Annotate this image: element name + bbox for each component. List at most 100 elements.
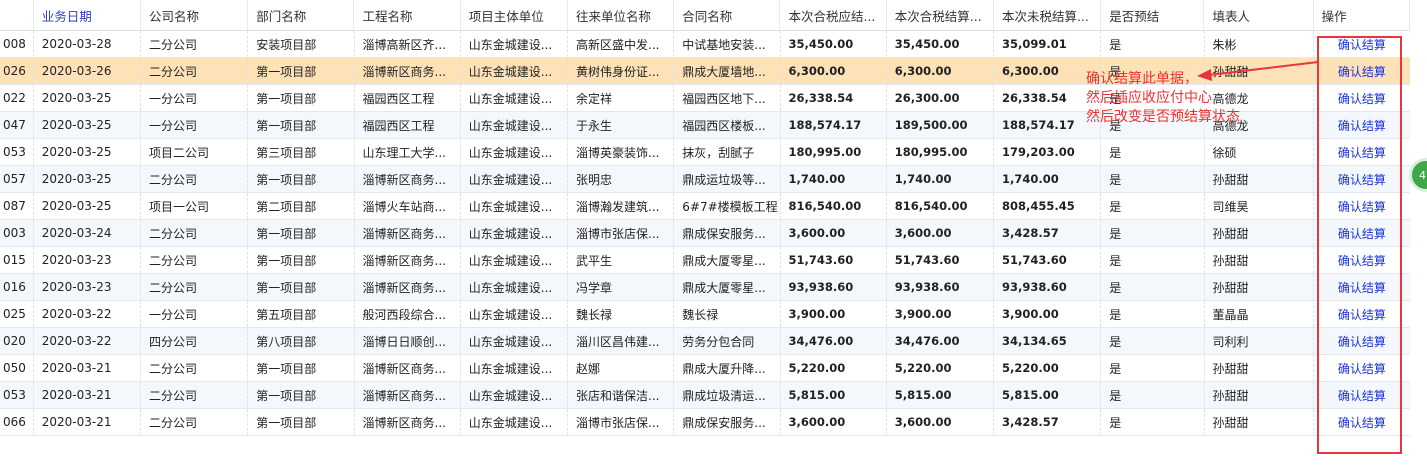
confirm-settlement-link[interactable]: 确认结算 [1338, 360, 1386, 377]
confirm-settlement-link[interactable]: 确认结算 [1338, 63, 1386, 80]
cell-partner: 于永生 [568, 112, 675, 138]
cell-contract: 鼎成大厦零星... [674, 274, 781, 300]
table-row[interactable]: 003 2020-03-24 二分公司 第一项目部 淄博新区商务... 山东金城建设...… [0, 220, 1410, 247]
cell-contract: 鼎成保安服务... [674, 409, 781, 435]
table-row[interactable]: 016 2020-03-23 二分公司 第一项目部 淄博新区商务... 山东金城建设...… [0, 274, 1410, 301]
cell-date: 2020-03-23 [34, 247, 142, 273]
header-due[interactable]: 本次合税应结... [780, 0, 887, 30]
header-op: 操作 [1314, 0, 1410, 30]
table-row[interactable]: 008 2020-03-28 二分公司 安装项目部 淄博高新区齐... 山东金城建设...… [0, 31, 1410, 58]
cell-id: 025 [0, 301, 34, 327]
confirm-settlement-link[interactable]: 确认结算 [1338, 306, 1386, 323]
cell-filler: 孙甜甜 [1205, 274, 1314, 300]
cell-settle: 3,900.00 [887, 301, 995, 327]
cell-owner: 山东金城建设... [461, 193, 569, 219]
cell-id: 053 [0, 139, 34, 165]
table-row[interactable]: 025 2020-03-22 一分公司 第五项目部 般河西段综合... 山东金城建设...… [0, 301, 1410, 328]
table-row[interactable]: 047 2020-03-25 一分公司 第一项目部 福园西区工程 山东金城建设... 于永生… [0, 112, 1410, 139]
cell-op: 确认结算 [1314, 85, 1410, 111]
cell-filler: 董晶晶 [1205, 301, 1314, 327]
confirm-settlement-link[interactable]: 确认结算 [1338, 36, 1386, 53]
table-row[interactable]: 066 2020-03-21 二分公司 第一项目部 淄博新区商务... 山东金城建设...… [0, 409, 1410, 436]
cell-filler: 孙甜甜 [1205, 355, 1314, 381]
cell-op: 确认结算 [1314, 409, 1410, 435]
cell-date: 2020-03-21 [34, 409, 142, 435]
confirm-settlement-link[interactable]: 确认结算 [1338, 90, 1386, 107]
cell-pre: 是 [1101, 31, 1205, 57]
cell-company: 四分公司 [141, 328, 249, 354]
header-partner[interactable]: 往来单位名称 [568, 0, 675, 30]
cell-untaxed: 51,743.60 [994, 247, 1102, 273]
cell-project: 淄博新区商务... [355, 247, 461, 273]
cell-op: 确认结算 [1314, 166, 1410, 192]
cell-untaxed: 1,740.00 [994, 166, 1102, 192]
cell-settle: 35,450.00 [887, 31, 995, 57]
cell-op: 确认结算 [1314, 58, 1410, 84]
confirm-settlement-link[interactable]: 确认结算 [1338, 333, 1386, 350]
table-row[interactable]: 026 2020-03-26 二分公司 第一项目部 淄博新区商务... 山东金城建设...… [0, 58, 1410, 85]
confirm-settlement-link[interactable]: 确认结算 [1338, 414, 1386, 431]
header-contract[interactable]: 合同名称 [674, 0, 781, 30]
confirm-settlement-link[interactable]: 确认结算 [1338, 198, 1386, 215]
confirm-settlement-link[interactable]: 确认结算 [1338, 144, 1386, 161]
cell-company: 二分公司 [141, 166, 249, 192]
cell-due: 5,815.00 [781, 382, 887, 408]
cell-id: 050 [0, 355, 34, 381]
cell-filler: 司维昊 [1205, 193, 1314, 219]
settlement-grid: 业务日期 公司名称 部门名称 工程名称 项目主体单位 往来单位名称 合同名称 本… [0, 0, 1410, 436]
confirm-settlement-link[interactable]: 确认结算 [1338, 117, 1386, 134]
table-row[interactable]: 053 2020-03-25 项目二公司 第三项目部 山东理工大学... 山东金城建设..… [0, 139, 1410, 166]
header-id [0, 0, 34, 30]
table-row[interactable]: 087 2020-03-25 项目一公司 第二项目部 淄博火车站商... 山东金城建设..… [0, 193, 1410, 220]
cell-partner: 淄博瀚发建筑... [568, 193, 675, 219]
table-row[interactable]: 053 2020-03-21 二分公司 第一项目部 淄博新区商务... 山东金城建设...… [0, 382, 1410, 409]
cell-pre: 是 [1101, 247, 1205, 273]
table-row[interactable]: 015 2020-03-23 二分公司 第一项目部 淄博新区商务... 山东金城建设...… [0, 247, 1410, 274]
header-date[interactable]: 业务日期 [34, 0, 141, 30]
confirm-settlement-link[interactable]: 确认结算 [1338, 225, 1386, 242]
header-settle[interactable]: 本次合税结算... [887, 0, 994, 30]
cell-pre: 是 [1101, 112, 1205, 138]
header-pre[interactable]: 是否预结 [1101, 0, 1205, 30]
header-untaxed[interactable]: 本次未税结算... [994, 0, 1102, 30]
header-company[interactable]: 公司名称 [141, 0, 249, 30]
cell-dept: 第一项目部 [248, 382, 355, 408]
cell-dept: 第八项目部 [248, 328, 355, 354]
cell-pre: 是 [1101, 58, 1205, 84]
cell-owner: 山东金城建设... [461, 409, 569, 435]
table-row[interactable]: 050 2020-03-21 二分公司 第一项目部 淄博新区商务... 山东金城建设...… [0, 355, 1410, 382]
header-owner[interactable]: 项目主体单位 [461, 0, 568, 30]
cell-settle: 3,600.00 [887, 220, 995, 246]
header-dept[interactable]: 部门名称 [248, 0, 355, 30]
cell-owner: 山东金城建设... [461, 301, 569, 327]
cell-owner: 山东金城建设... [461, 328, 569, 354]
cell-date: 2020-03-21 [34, 355, 142, 381]
cell-company: 二分公司 [141, 247, 249, 273]
confirm-settlement-link[interactable]: 确认结算 [1338, 171, 1386, 188]
header-filler[interactable]: 填表人 [1204, 0, 1314, 30]
confirm-settlement-link[interactable]: 确认结算 [1338, 279, 1386, 296]
cell-filler: 高德龙 [1205, 85, 1314, 111]
cell-id: 053 [0, 382, 34, 408]
header-project[interactable]: 工程名称 [354, 0, 461, 30]
cell-untaxed: 5,815.00 [994, 382, 1102, 408]
floating-count-badge[interactable]: 47 [1409, 158, 1427, 192]
cell-partner: 淄博英豪装饰... [568, 139, 675, 165]
cell-partner: 高新区盛中发... [568, 31, 675, 57]
confirm-settlement-link[interactable]: 确认结算 [1338, 387, 1386, 404]
cell-due: 3,900.00 [781, 301, 887, 327]
cell-dept: 第一项目部 [248, 355, 355, 381]
cell-partner: 淄川区昌伟建... [568, 328, 675, 354]
table-row[interactable]: 020 2020-03-22 四分公司 第八项目部 淄博日日顺创... 山东金城建设...… [0, 328, 1410, 355]
confirm-settlement-link[interactable]: 确认结算 [1338, 252, 1386, 269]
table-row[interactable]: 022 2020-03-25 一分公司 第一项目部 福园西区工程 山东金城建设... 余定祥… [0, 85, 1410, 112]
cell-op: 确认结算 [1314, 355, 1410, 381]
cell-op: 确认结算 [1314, 247, 1410, 273]
cell-due: 35,450.00 [781, 31, 887, 57]
cell-owner: 山东金城建设... [461, 58, 569, 84]
cell-due: 180,995.00 [781, 139, 887, 165]
cell-settle: 180,995.00 [887, 139, 995, 165]
cell-due: 3,600.00 [781, 220, 887, 246]
table-row[interactable]: 057 2020-03-25 二分公司 第一项目部 淄博新区商务... 山东金城建设...… [0, 166, 1410, 193]
cell-partner: 冯学章 [568, 274, 675, 300]
